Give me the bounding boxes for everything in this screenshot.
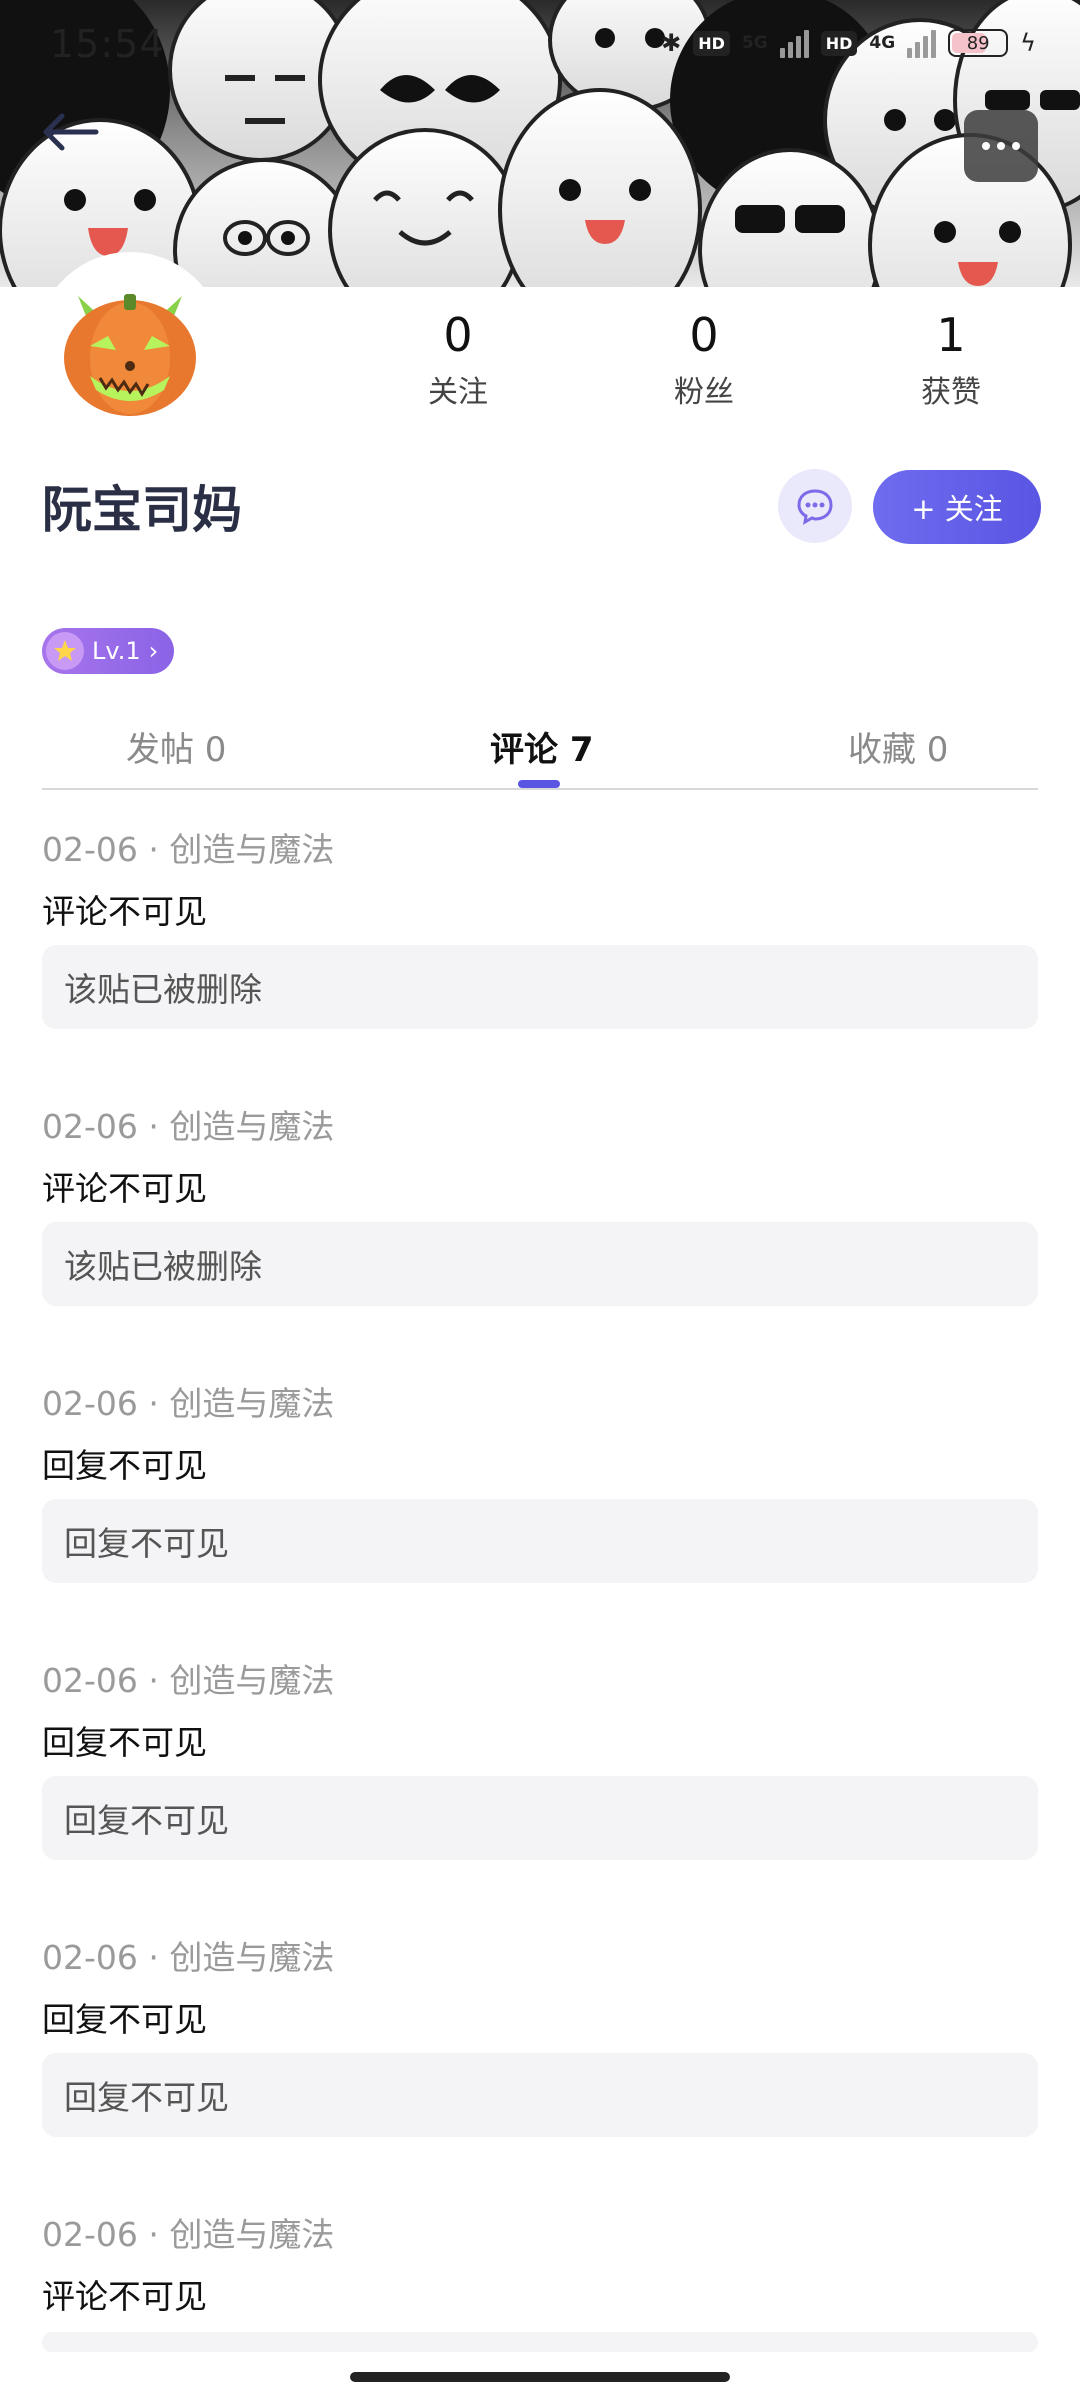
signal-icon-2 <box>907 28 937 58</box>
hd-badge: HD <box>693 30 730 56</box>
comment-text: 回复不可见 <box>42 1723 207 1762</box>
battery-icon: 89 <box>948 29 1009 57</box>
comment-meta: 02-06 · 创造与魔法 <box>42 2215 335 2254</box>
stat-likes[interactable]: 1 获赞 <box>871 305 1031 411</box>
follow-button[interactable]: + 关注 <box>873 470 1041 544</box>
quoted-post[interactable]: 该贴已被删除 <box>42 945 1038 1029</box>
star-icon <box>46 632 84 670</box>
stat-likes-value: 1 <box>936 308 966 362</box>
chevron-right-icon: › <box>148 637 159 665</box>
hd-badge-2: HD <box>820 30 858 56</box>
stat-likes-label: 获赞 <box>921 375 981 410</box>
comment-meta: 02-06 · 创造与魔法 <box>42 1384 335 1423</box>
comment-meta: 02-06 · 创造与魔法 <box>42 1661 335 1700</box>
content-tabs: 发帖 0 评论 7 收藏 0 <box>42 710 1038 790</box>
stat-followers-value: 0 <box>689 308 719 362</box>
comment-text: 评论不可见 <box>42 2277 207 2316</box>
battery-level: 89 <box>966 32 990 54</box>
list-item[interactable]: 02-06 · 创造与魔法 评论不可见 该贴已被删除 <box>42 825 1038 1102</box>
active-tab-indicator <box>518 780 560 788</box>
tab-favorites[interactable]: 收藏 0 <box>848 722 948 771</box>
tab-posts[interactable]: 发帖 0 <box>126 722 226 771</box>
level-badge[interactable]: Lv.1 › <box>42 628 175 674</box>
username: 阮宝司妈 <box>42 481 242 539</box>
comment-meta: 02-06 · 创造与魔法 <box>42 1938 335 1977</box>
home-indicator[interactable] <box>350 2372 730 2382</box>
chat-button[interactable] <box>778 469 852 543</box>
bluetooth-icon: ✱ <box>661 29 682 57</box>
comment-text: 评论不可见 <box>42 892 207 931</box>
comment-list: 02-06 · 创造与魔法 评论不可见 该贴已被删除 02-06 · 创造与魔法… <box>42 825 1038 2400</box>
quoted-post[interactable]: 回复不可见 <box>42 1499 1038 1583</box>
quoted-post[interactable]: 回复不可见 <box>42 1776 1038 1860</box>
charging-icon: ϟ <box>1020 29 1036 57</box>
pumpkin-cat-avatar-image <box>64 294 196 416</box>
list-item[interactable]: 02-06 · 创造与魔法 评论不可见 该贴已被删除 <box>42 1102 1038 1379</box>
network-4g-label: 4G <box>869 33 896 53</box>
comment-text: 回复不可见 <box>42 1446 207 1485</box>
arrow-left-icon <box>43 113 99 151</box>
list-item[interactable]: 02-06 · 创造与魔法 回复不可见 回复不可见 <box>42 1656 1038 1933</box>
comment-meta: 02-06 · 创造与魔法 <box>42 1107 335 1146</box>
stat-followers[interactable]: 0 粉丝 <box>624 305 784 411</box>
back-button[interactable] <box>40 112 116 182</box>
more-dots-icon <box>982 142 990 150</box>
quoted-post[interactable]: 该贴已被删除 <box>42 1222 1038 1306</box>
status-time: 15:54 <box>50 22 165 66</box>
comment-text: 回复不可见 <box>42 2000 207 2039</box>
network-5g-label: 5G <box>741 33 768 53</box>
list-item[interactable]: 02-06 · 创造与魔法 回复不可见 回复不可见 <box>42 1933 1038 2210</box>
signal-icon <box>779 28 809 58</box>
level-label: Lv.1 <box>92 637 141 665</box>
chat-bubble-icon <box>797 489 833 525</box>
stat-following-label: 关注 <box>428 375 488 410</box>
avatar[interactable] <box>42 258 218 434</box>
list-item[interactable]: 02-06 · 创造与魔法 回复不可见 回复不可见 <box>42 1379 1038 1656</box>
stat-followers-label: 粉丝 <box>674 375 734 410</box>
quoted-post[interactable] <box>42 2332 1038 2352</box>
quoted-post[interactable]: 回复不可见 <box>42 2053 1038 2137</box>
status-icons: ✱ HD 5G HD 4G 89 ϟ <box>661 28 1036 58</box>
comment-text: 评论不可见 <box>42 1169 207 1208</box>
tab-comments[interactable]: 评论 7 <box>490 722 594 771</box>
comment-meta: 02-06 · 创造与魔法 <box>42 830 335 869</box>
follow-button-label: + 关注 <box>911 492 1003 526</box>
stat-following[interactable]: 0 关注 <box>378 305 538 411</box>
more-button[interactable] <box>964 110 1038 182</box>
status-bar: 15:54 ✱ HD 5G HD 4G 89 ϟ <box>0 0 1080 90</box>
profile-banner: 15:54 ✱ HD 5G HD 4G 89 ϟ <box>0 0 1080 287</box>
stat-following-value: 0 <box>443 308 473 362</box>
